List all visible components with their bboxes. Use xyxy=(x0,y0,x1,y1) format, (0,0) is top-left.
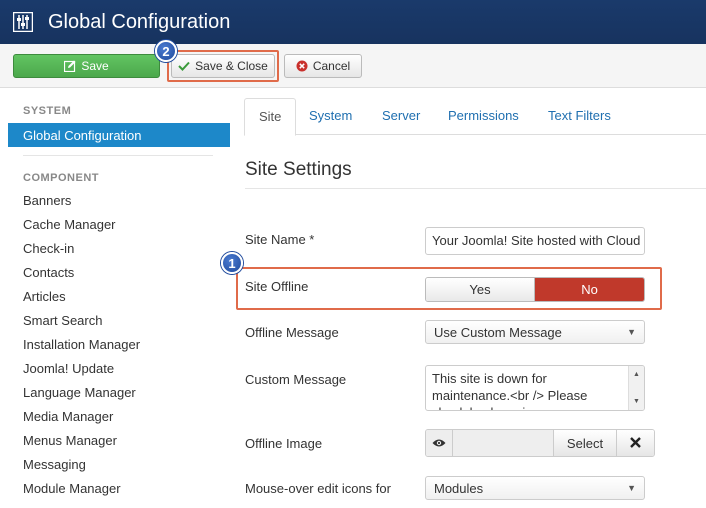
site-name-label: Site Name * xyxy=(245,232,315,247)
section-title: Site Settings xyxy=(245,159,352,180)
sidebar-item-articles[interactable]: Articles xyxy=(23,285,140,309)
mouseover-select[interactable]: Modules ▼ xyxy=(425,476,645,500)
offline-image-select-button[interactable]: Select xyxy=(553,430,616,456)
save-close-button-label: Save & Close xyxy=(195,59,268,73)
caret-down-icon: ▼ xyxy=(627,483,636,493)
tab-permissions[interactable]: Permissions xyxy=(434,98,533,135)
mouseover-label: Mouse-over edit icons for xyxy=(245,481,391,496)
save-button-label: Save xyxy=(81,59,109,73)
custom-message-label: Custom Message xyxy=(245,372,347,387)
callout-badge-2: 2 xyxy=(155,40,177,62)
sidebar-component-list: Banners Cache Manager Check-in Contacts … xyxy=(23,189,140,501)
offline-message-select[interactable]: Use Custom Message ▼ xyxy=(425,320,645,344)
custom-message-textarea[interactable]: This site is down for maintenance.<br />… xyxy=(425,365,645,411)
sidebar-item-menus-manager[interactable]: Menus Manager xyxy=(23,429,140,453)
custom-message-text: This site is down for maintenance.<br />… xyxy=(432,371,588,410)
tab-site[interactable]: Site xyxy=(244,98,297,136)
sidebar-divider xyxy=(23,155,213,156)
site-offline-yes-button[interactable]: Yes xyxy=(426,278,535,301)
cancel-button[interactable]: Cancel xyxy=(284,54,362,78)
offline-message-value: Use Custom Message xyxy=(434,324,562,340)
mouseover-value: Modules xyxy=(434,480,484,496)
scroll-up-icon[interactable]: ▲ xyxy=(633,366,640,383)
cancel-circle-icon xyxy=(296,60,308,72)
sidebar-item-contacts[interactable]: Contacts xyxy=(23,261,140,285)
sidebar-item-module-manager[interactable]: Module Manager xyxy=(23,477,140,501)
check-icon xyxy=(178,61,190,71)
sidebar-item-cache-manager[interactable]: Cache Manager xyxy=(23,213,140,237)
sidebar-item-check-in[interactable]: Check-in xyxy=(23,237,140,261)
site-offline-no-button[interactable]: No xyxy=(535,278,644,301)
cancel-button-label: Cancel xyxy=(312,59,351,73)
sidebar-item-banners[interactable]: Banners xyxy=(23,189,140,213)
tab-system[interactable]: System xyxy=(295,98,366,135)
eye-icon[interactable] xyxy=(426,430,453,456)
section-divider xyxy=(245,188,706,189)
sidebar-item-global-configuration[interactable]: Global Configuration xyxy=(8,123,230,147)
sidebar-item-messaging[interactable]: Messaging xyxy=(23,453,140,477)
sidebar-item-language-manager[interactable]: Language Manager xyxy=(23,381,140,405)
textarea-scrollbar[interactable]: ▲ ▼ xyxy=(628,366,644,410)
save-button[interactable]: Save xyxy=(13,54,160,78)
offline-image-field: Select xyxy=(425,429,655,457)
offline-image-path xyxy=(453,430,553,456)
caret-down-icon: ▼ xyxy=(627,327,636,337)
clear-image-button[interactable] xyxy=(616,430,654,456)
save-close-button[interactable]: Save & Close xyxy=(171,54,275,78)
equalizer-icon xyxy=(12,11,34,33)
sidebar-item-joomla-update[interactable]: Joomla! Update xyxy=(23,357,140,381)
sidebar-item-smart-search[interactable]: Smart Search xyxy=(23,309,140,333)
site-name-input[interactable]: Your Joomla! Site hosted with Cloud xyxy=(425,227,645,255)
close-icon xyxy=(630,436,641,451)
site-offline-label: Site Offline xyxy=(245,279,309,294)
tab-server[interactable]: Server xyxy=(368,98,434,135)
config-tabs: Site System Server Permissions Text Filt… xyxy=(244,98,706,136)
sidebar-item-installation-manager[interactable]: Installation Manager xyxy=(23,333,140,357)
scroll-down-icon[interactable]: ▼ xyxy=(633,393,640,410)
app-header: Global Configuration xyxy=(0,0,706,44)
sidebar-item-media-manager[interactable]: Media Manager xyxy=(23,405,140,429)
sidebar-heading-component: COMPONENT xyxy=(23,172,99,184)
callout-badge-1: 1 xyxy=(221,252,243,274)
offline-message-label: Offline Message xyxy=(245,325,339,340)
site-offline-toggle: Yes No xyxy=(425,277,645,302)
page-title: Global Configuration xyxy=(48,10,231,33)
sidebar-heading-system: SYSTEM xyxy=(23,105,72,117)
edit-icon xyxy=(64,60,76,72)
sidebar-item-label: Global Configuration xyxy=(23,127,142,143)
tab-text-filters[interactable]: Text Filters xyxy=(534,98,625,135)
offline-image-label: Offline Image xyxy=(245,436,323,451)
